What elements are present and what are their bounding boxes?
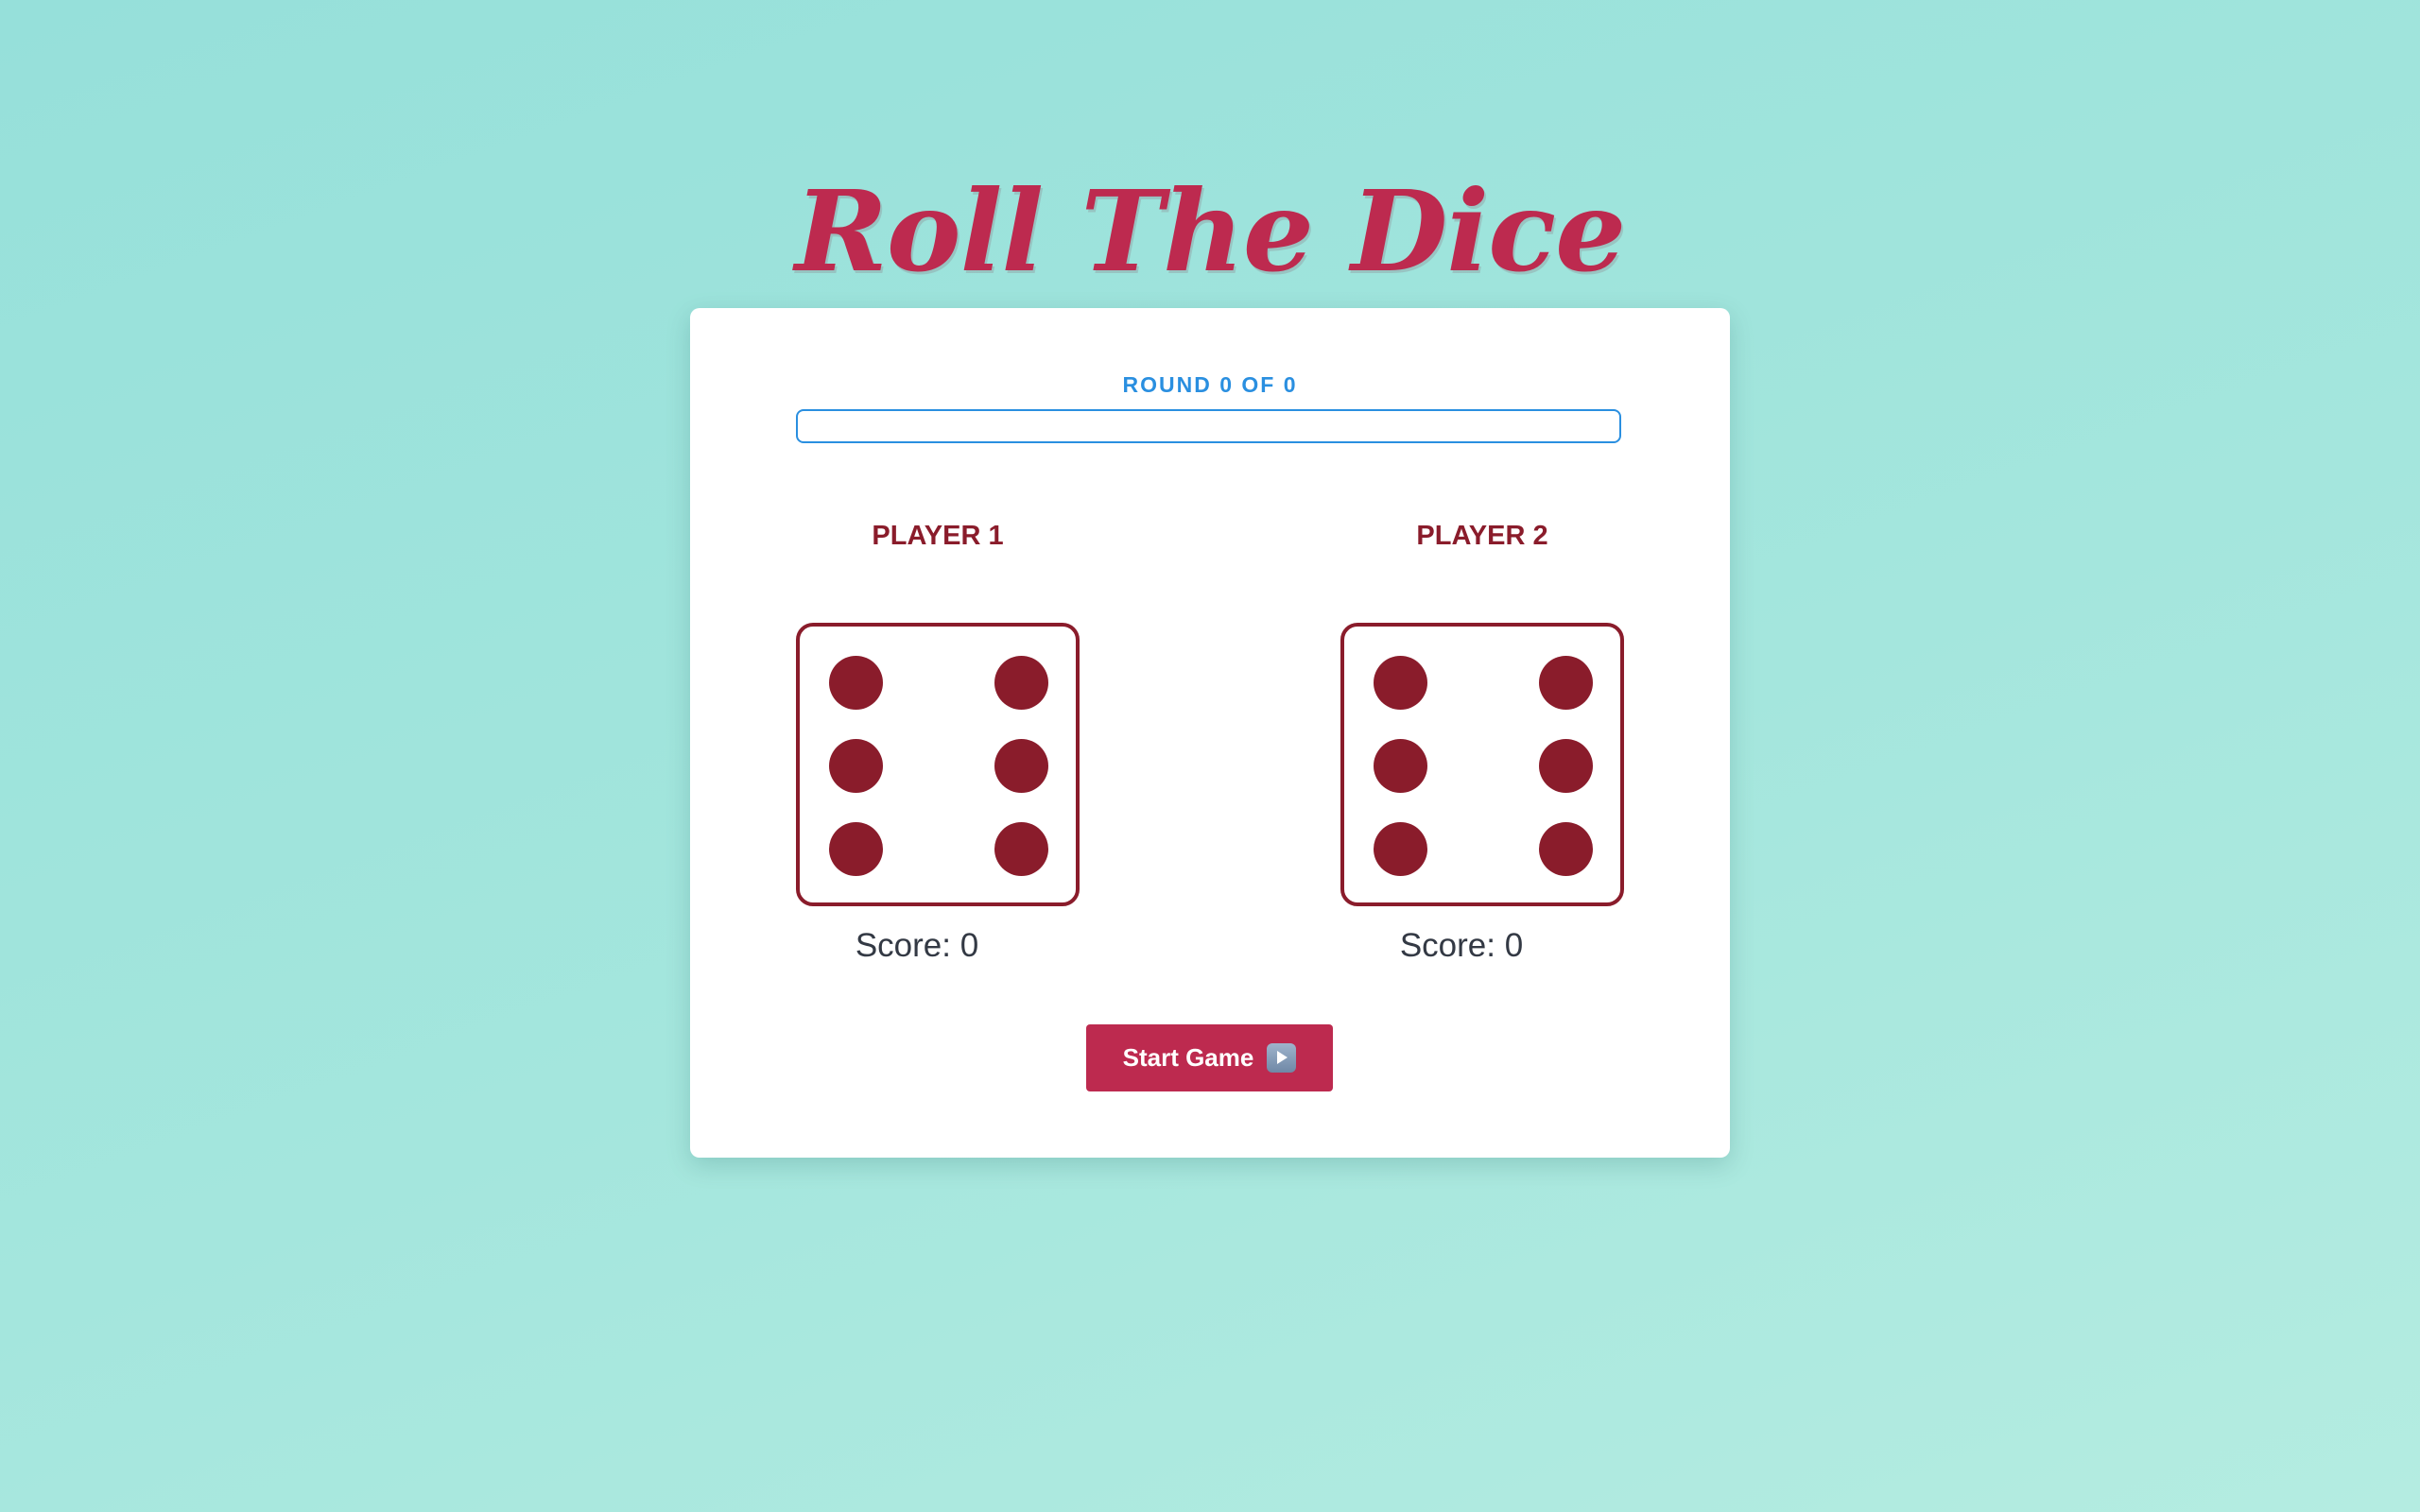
die-pip	[1374, 656, 1427, 710]
round-progress-bar	[796, 409, 1621, 443]
die-pip	[829, 739, 883, 793]
die-pip	[829, 656, 883, 710]
die-pip	[994, 656, 1048, 710]
page-title: Roll The Dice	[794, 165, 1626, 298]
play-button-icon	[1267, 1043, 1297, 1073]
round-label: ROUND 0 OF 0	[1122, 372, 1298, 397]
die-pip	[1374, 822, 1427, 876]
game-card: ROUND 0 OF 0 PLAYER 1 Score: 0 PLAYER 2 …	[690, 308, 1730, 1158]
player-1-die	[796, 623, 1080, 906]
player-2-name: PLAYER 2	[1416, 521, 1548, 551]
start-game-button[interactable]: Start Game	[1086, 1024, 1333, 1091]
die-pip	[829, 822, 883, 876]
start-game-label: Start Game	[1122, 1043, 1254, 1072]
player-1-panel: PLAYER 1 Score: 0	[796, 521, 1080, 964]
die-pip	[1539, 656, 1593, 710]
die-pip	[994, 822, 1048, 876]
die-pip	[1374, 739, 1427, 793]
player-1-score: Score: 0	[855, 927, 979, 964]
player-2-score: Score: 0	[1399, 927, 1524, 964]
die-pip	[1539, 822, 1593, 876]
player-2-panel: PLAYER 2 Score: 0	[1340, 521, 1624, 964]
die-pip	[994, 739, 1048, 793]
player-2-die	[1340, 623, 1624, 906]
player-1-name: PLAYER 1	[872, 521, 1004, 551]
die-pip	[1539, 739, 1593, 793]
